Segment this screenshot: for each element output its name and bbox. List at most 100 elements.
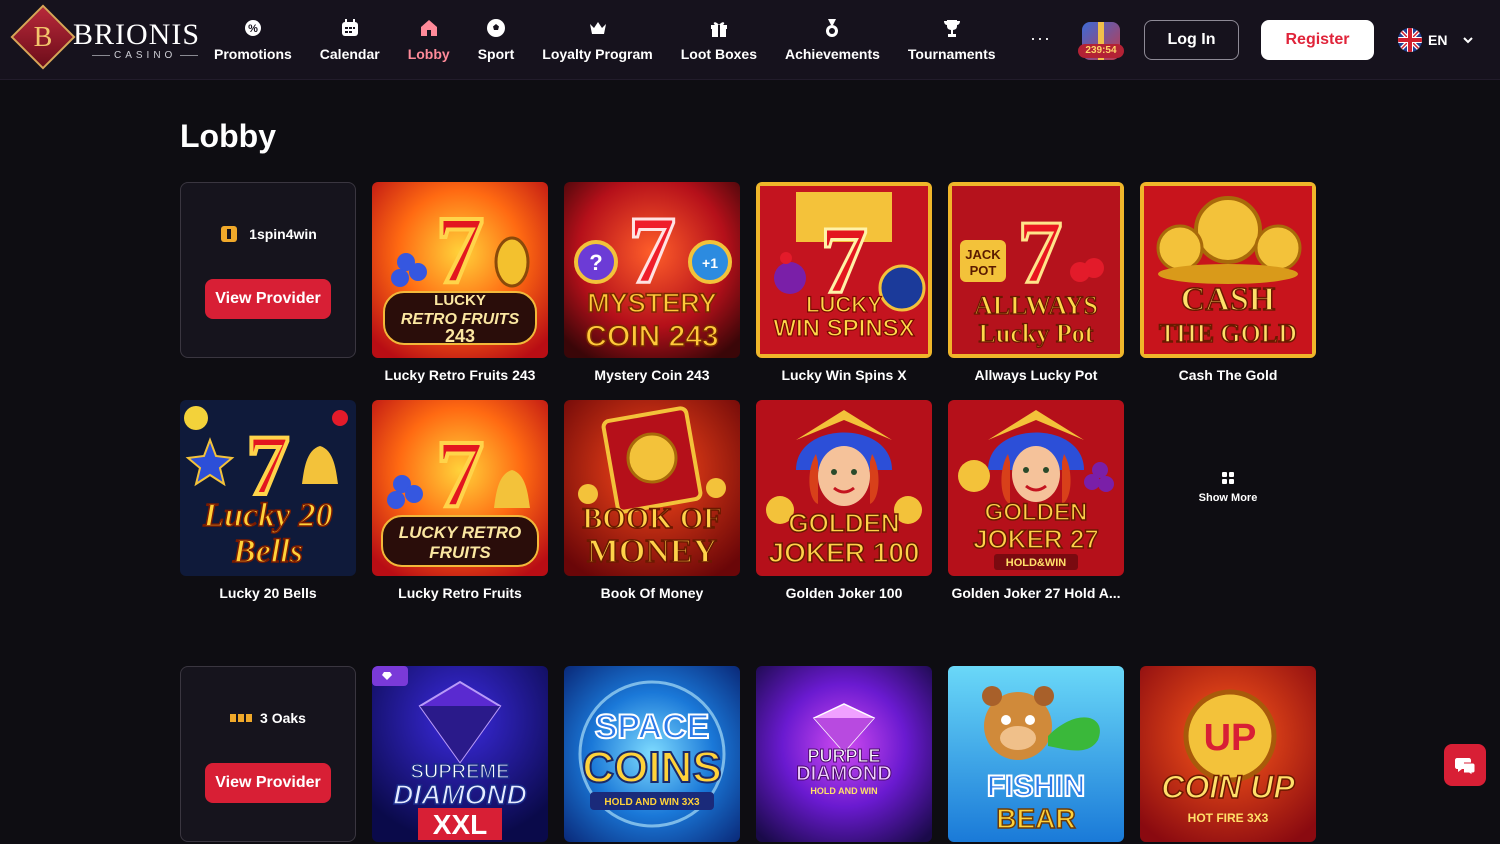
game-thumbnail[interactable]: SUPREME DIAMOND XXL: [372, 666, 548, 842]
game-tile[interactable]: 7 LUCKY RETRO FRUITS Lucky Retro Fruits: [372, 400, 548, 601]
brand-logo[interactable]: B BRIONIS CASINO: [10, 4, 208, 70]
game-thumbnail[interactable]: BOOK OF MONEY: [564, 400, 740, 576]
game-tile[interactable]: SUPREME DIAMOND XXL: [372, 666, 548, 842]
game-thumbnail[interactable]: FISHIN BEAR: [948, 666, 1124, 842]
game-thumbnail[interactable]: GOLDEN JOKER 100: [756, 400, 932, 576]
provider-name: 1spin4win: [249, 226, 317, 242]
logo-initial: B: [33, 22, 53, 53]
svg-text:7: 7: [436, 420, 484, 527]
game-thumbnail[interactable]: 7 JACK POT ALLWAYS Lucky Pot: [948, 182, 1124, 358]
game-art-title: GOLDEN: [985, 499, 1088, 526]
game-thumbnail[interactable]: SPACE COINS HOLD AND WIN 3X3: [564, 666, 740, 842]
game-art-title: BEAR: [996, 803, 1075, 834]
game-art-title: MONEY: [587, 533, 717, 570]
nav-label: Loot Boxes: [680, 46, 757, 62]
game-thumbnail[interactable]: 7 Lucky 20 Bells: [180, 400, 356, 576]
game-tile[interactable]: 7 JACK POT ALLWAYS Lucky Pot Allways Luc…: [948, 182, 1124, 383]
game-art-title: COIN UP: [1161, 769, 1295, 805]
game-thumbnail[interactable]: PURPLE DIAMOND HOLD AND WIN: [756, 666, 932, 842]
game-art-title: LUCKY: [806, 292, 882, 317]
calendar-icon: [341, 19, 358, 36]
svg-text:JACK: JACK: [965, 247, 1001, 262]
register-button[interactable]: Register: [1261, 20, 1374, 60]
game-title[interactable]: Lucky Retro Fruits 243: [372, 367, 548, 383]
language-selector[interactable]: EN: [1398, 28, 1475, 52]
home-icon: [420, 20, 437, 36]
nav-calendar[interactable]: Calendar: [306, 0, 394, 80]
game-thumbnail[interactable]: 7 LUCKY RETRO FRUITS 243: [372, 182, 548, 358]
grid-icon: [1222, 472, 1234, 484]
nav-promotions[interactable]: % Promotions: [200, 0, 306, 80]
nav-lobby[interactable]: Lobby: [394, 0, 464, 80]
game-art-title: Bells: [232, 533, 303, 570]
game-thumbnail[interactable]: 7 LUCKY WIN SPINSX: [756, 182, 932, 358]
more-nav-button[interactable]: ···: [1030, 28, 1051, 49]
nav-label: Sport: [477, 46, 515, 62]
game-thumbnail[interactable]: 7 LUCKY RETRO FRUITS: [372, 400, 548, 576]
logo-name: BRIONIS: [73, 18, 201, 51]
nav-loyalty-program[interactable]: Loyalty Program: [528, 0, 666, 80]
game-tile[interactable]: UP COIN UP HOT FIRE 3X3: [1140, 666, 1316, 842]
game-tile[interactable]: FISHIN BEAR: [948, 666, 1124, 842]
live-chat-button[interactable]: [1444, 744, 1486, 786]
game-art-title: ALLWAYS: [974, 291, 1098, 320]
nav-sport[interactable]: Sport: [464, 0, 529, 80]
game-art-title: MYSTERY: [587, 288, 717, 318]
game-thumbnail[interactable]: 7 ? +1 MYSTERY COIN 243: [564, 182, 740, 358]
game-title[interactable]: Lucky Win Spins X: [756, 367, 932, 383]
game-title[interactable]: Allways Lucky Pot: [948, 367, 1124, 383]
game-title[interactable]: Cash The Gold: [1140, 367, 1316, 383]
game-title[interactable]: Book Of Money: [564, 585, 740, 601]
show-more-button[interactable]: Show More: [1140, 400, 1316, 576]
lootbox-widget[interactable]: 239:54: [1078, 16, 1124, 64]
game-title[interactable]: Lucky Retro Fruits: [372, 585, 548, 601]
game-tile[interactable]: GOLDEN JOKER 27 HOLD&WIN Golden Joker 27…: [948, 400, 1124, 601]
chat-bubble-icon: [1455, 758, 1476, 776]
3-oaks-logo-icon: [230, 714, 253, 722]
game-tile[interactable]: CASH THE GOLD Cash The Gold: [1140, 182, 1316, 383]
game-art-title: BOOK OF: [582, 502, 721, 535]
game-tile[interactable]: 7 LUCKY WIN SPINSX Lucky Win Spins X: [756, 182, 932, 383]
gift-icon: [710, 22, 727, 37]
nav-loot-boxes[interactable]: Loot Boxes: [667, 0, 771, 80]
top-header: B BRIONIS CASINO % Promotions Calendar L…: [0, 0, 1500, 80]
game-art-title: HOLD AND WIN: [810, 786, 877, 796]
game-tile[interactable]: BOOK OF MONEY Book Of Money: [564, 400, 740, 601]
game-art-title: WIN SPINSX: [773, 315, 914, 342]
game-title[interactable]: Golden Joker 27 Hold A...: [948, 585, 1124, 601]
nav-label: Loyalty Program: [542, 46, 653, 62]
view-provider-button[interactable]: View Provider: [205, 763, 331, 803]
medal-icon: [826, 19, 839, 37]
uk-flag-icon: [1398, 28, 1422, 52]
game-tile[interactable]: GOLDEN JOKER 100 Golden Joker 100: [756, 400, 932, 601]
game-tile[interactable]: SPACE COINS HOLD AND WIN 3X3: [564, 666, 740, 842]
game-art-title: LUCKY RETRO: [399, 523, 521, 542]
game-tile[interactable]: PURPLE DIAMOND HOLD AND WIN: [756, 666, 932, 842]
svg-text:%: %: [248, 23, 258, 35]
trophy-icon: [943, 20, 960, 37]
game-thumbnail[interactable]: UP COIN UP HOT FIRE 3X3: [1140, 666, 1316, 842]
game-art-title: HOLD&WIN: [1006, 557, 1067, 569]
game-art-title: SPACE: [595, 708, 710, 746]
game-title[interactable]: Golden Joker 100: [756, 585, 932, 601]
game-tile[interactable]: 7 Lucky 20 Bells Lucky 20 Bells: [180, 400, 356, 601]
game-tile[interactable]: 7 ? +1 MYSTERY COIN 243 Mystery Coin 243: [564, 182, 740, 383]
show-more-label: Show More: [1198, 492, 1258, 504]
soccer-ball-icon: [486, 19, 505, 37]
login-button[interactable]: Log In: [1144, 20, 1239, 60]
nav-tournaments[interactable]: Tournaments: [894, 0, 1010, 80]
provider-name: 3 Oaks: [260, 710, 306, 726]
provider-header: 1spin4win: [181, 225, 355, 243]
game-title[interactable]: Mystery Coin 243: [564, 367, 740, 383]
view-provider-button[interactable]: View Provider: [205, 279, 331, 319]
game-thumbnail[interactable]: GOLDEN JOKER 27 HOLD&WIN: [948, 400, 1124, 576]
nav-label: Achievements: [784, 46, 880, 62]
game-art-title: GOLDEN: [788, 508, 899, 538]
svg-text:UP: UP: [1204, 717, 1257, 759]
game-title[interactable]: Lucky 20 Bells: [180, 585, 356, 601]
game-thumbnail[interactable]: CASH THE GOLD: [1140, 182, 1316, 358]
svg-text:7: 7: [628, 196, 676, 303]
main-nav: % Promotions Calendar Lobby Sport Loyalt…: [200, 0, 1010, 80]
nav-achievements[interactable]: Achievements: [771, 0, 894, 80]
game-tile[interactable]: 7 LUCKY RETRO FRUITS 243 Lucky Retro Fru…: [372, 182, 548, 383]
